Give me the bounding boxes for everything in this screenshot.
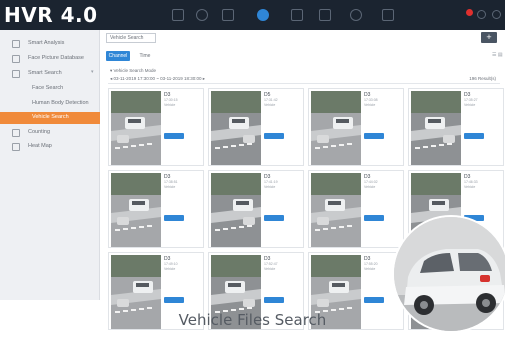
result-card[interactable]: D3 17:41:19 Vehicle <box>208 170 304 248</box>
result-info: D3 17:46:33 Vehicle <box>464 174 502 189</box>
result-info: D3 17:49:10 Vehicle <box>164 256 202 271</box>
result-card[interactable]: D5 17:31:42 Vehicle <box>208 88 304 166</box>
result-info: D3 17:33:08 Vehicle <box>364 92 402 107</box>
play-button[interactable] <box>464 133 484 139</box>
vehicle-thumbnail[interactable] <box>211 173 261 247</box>
play-button[interactable] <box>364 215 384 221</box>
search-mode-label[interactable]: ▾ Vehicle Search Mode <box>110 68 156 74</box>
sidebar-item-label: Counting <box>28 129 51 135</box>
vehicle-thumbnail[interactable] <box>411 91 461 165</box>
sidebar: Smart Analysis Face Picture Database Sma… <box>0 30 100 300</box>
result-type: Vehicle <box>164 266 176 271</box>
account-icon[interactable] <box>477 10 486 19</box>
result-card[interactable]: D3 17:33:08 Vehicle <box>308 88 404 166</box>
app-logo: HVR 4.0 <box>4 3 98 27</box>
file-manage-icon[interactable] <box>222 9 234 21</box>
tab-channel[interactable]: Channel <box>106 51 130 61</box>
maintenance-icon[interactable] <box>382 9 394 21</box>
play-button[interactable] <box>364 133 384 139</box>
chevron-down-icon: ▾ <box>91 69 94 75</box>
result-info: D5 17:31:42 Vehicle <box>264 92 302 107</box>
tab-time[interactable]: Time <box>134 51 156 61</box>
result-card[interactable]: D3 17:35:27 Vehicle <box>408 88 504 166</box>
view-mode-toggle[interactable]: ☰ ▤ <box>492 52 503 58</box>
result-info: D3 17:52:47 Vehicle <box>264 256 302 271</box>
sidebar-item-label: Face Picture Database <box>28 55 84 61</box>
screenshot-stage: HVR 4.0 ⌄ Smart Analysis Face Picture Da… <box>0 0 505 340</box>
vehicle-thumbnail[interactable] <box>311 173 361 247</box>
sidebar-item-vehicle-search[interactable]: Vehicle Search <box>0 112 100 124</box>
play-button[interactable] <box>264 215 284 221</box>
search-input[interactable]: Vehicle Search <box>106 33 156 43</box>
live-view-icon[interactable] <box>172 9 184 21</box>
time-range-bar: ◂ 03-11-2019 17:30:00 ~ 03-11-2019 18:30… <box>108 76 500 84</box>
result-type: Vehicle <box>464 102 476 107</box>
power-icon[interactable] <box>492 10 501 19</box>
result-type: Vehicle <box>364 102 376 107</box>
play-button[interactable] <box>264 133 284 139</box>
result-type: Vehicle <box>164 184 176 189</box>
result-info: D3 17:41:19 Vehicle <box>264 174 302 189</box>
counting-icon <box>12 129 20 137</box>
export-icon[interactable] <box>319 9 331 21</box>
sidebar-item-counting[interactable]: Counting <box>0 127 100 139</box>
result-type: Vehicle <box>264 266 276 271</box>
sidebar-item-face-search[interactable]: Face Search <box>0 83 100 95</box>
time-range-text[interactable]: ◂ 03-11-2019 17:30:00 ~ 03-11-2019 18:30… <box>110 76 205 82</box>
result-type: Vehicle <box>164 102 176 107</box>
monitor-icon[interactable] <box>291 9 303 21</box>
result-info: D3 17:35:27 Vehicle <box>464 92 502 107</box>
sidebar-item-label: Face Search <box>32 85 64 91</box>
analysis-icon <box>12 40 20 48</box>
alarm-icon[interactable] <box>466 9 473 16</box>
sidebar-item-human-body-detection[interactable]: Human Body Detection <box>0 98 100 110</box>
sidebar-item-label: Smart Analysis <box>28 40 65 46</box>
result-card[interactable]: D3 17:30:15 Vehicle <box>108 88 204 166</box>
sidebar-item-smart-search[interactable]: Smart Search ▾ <box>0 68 100 80</box>
vehicle-thumbnail[interactable] <box>211 91 261 165</box>
heatmap-icon <box>12 143 20 151</box>
face-database-icon <box>12 55 20 63</box>
sidebar-item-label: Human Body Detection <box>32 100 89 106</box>
sidebar-item-heat-map[interactable]: Heat Map <box>0 141 100 153</box>
sidebar-item-label: Smart Search <box>28 70 62 76</box>
result-type: Vehicle <box>364 184 376 189</box>
add-button[interactable]: + <box>481 32 497 43</box>
result-info: D3 17:30:15 Vehicle <box>164 92 202 107</box>
result-type: Vehicle <box>264 102 276 107</box>
vehicle-thumbnail[interactable] <box>111 91 161 165</box>
vehicle-thumbnail[interactable] <box>311 91 361 165</box>
playback-icon[interactable] <box>196 9 208 21</box>
sidebar-item-face-picture-database[interactable]: Face Picture Database <box>0 53 100 65</box>
sidebar-item-label: Vehicle Search <box>32 114 69 120</box>
result-info: D3 17:38:51 Vehicle <box>164 174 202 189</box>
sidebar-item-label: Heat Map <box>28 143 52 149</box>
top-navigation-bar: HVR 4.0 <box>0 0 505 30</box>
search-icon <box>12 70 20 78</box>
result-type: Vehicle <box>264 184 276 189</box>
play-button[interactable] <box>164 133 184 139</box>
result-card[interactable]: D3 17:44:02 Vehicle <box>308 170 404 248</box>
play-button[interactable] <box>164 215 184 221</box>
result-type: Vehicle <box>464 184 476 189</box>
vehicle-thumbnail[interactable] <box>111 173 161 247</box>
smart-analysis-icon[interactable] <box>257 9 269 21</box>
configuration-icon[interactable] <box>350 9 362 21</box>
result-card[interactable]: D3 17:38:51 Vehicle <box>108 170 204 248</box>
result-count: 196 Result(s) <box>469 76 496 81</box>
vehicle-zoom-image <box>392 215 505 333</box>
result-info: D3 17:44:02 Vehicle <box>364 174 402 189</box>
sidebar-item-smart-analysis[interactable]: Smart Analysis <box>0 38 100 50</box>
